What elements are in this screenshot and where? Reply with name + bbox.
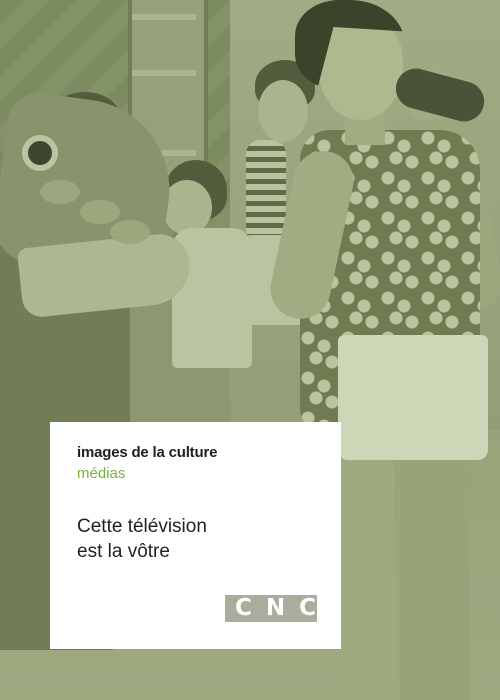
- film-title: Cette télévision est la vôtre: [77, 514, 207, 564]
- cnc-logo-text: CNC: [235, 595, 331, 621]
- series-subtitle: médias: [77, 465, 126, 482]
- cnc-logo: CNC: [225, 595, 317, 622]
- title-card: images de la culture médias Cette télévi…: [50, 422, 341, 649]
- film-title-line-2: est la vôtre: [77, 541, 170, 562]
- series-title: images de la culture: [77, 444, 218, 461]
- film-title-line-1: Cette télévision: [77, 516, 207, 537]
